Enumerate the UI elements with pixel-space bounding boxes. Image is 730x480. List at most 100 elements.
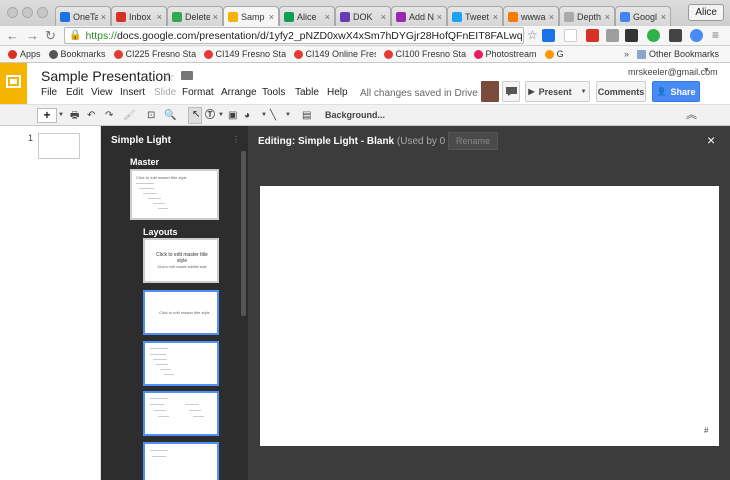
bookmark-item[interactable]: CI149 Fresno State <box>203 49 286 59</box>
menu-table[interactable]: Table <box>295 87 319 98</box>
back-arrow-icon[interactable]: ← <box>6 27 19 44</box>
tab-close-icon[interactable]: × <box>213 12 218 22</box>
window-close-button[interactable] <box>7 7 18 18</box>
collapse-toolbar-icon[interactable]: ︽ <box>686 108 697 123</box>
menu-format[interactable]: Format <box>182 87 214 98</box>
tab-close-icon[interactable]: × <box>269 12 274 22</box>
forward-arrow-icon[interactable]: → <box>26 27 39 44</box>
redo-icon[interactable]: ↷ <box>105 108 113 123</box>
tab-close-icon[interactable]: × <box>493 12 498 22</box>
text-box-icon[interactable]: Ⓣ <box>205 108 215 123</box>
extension-chart-icon[interactable] <box>606 29 619 42</box>
print-icon[interactable]: 🖶 <box>70 108 79 123</box>
extension-blue-icon[interactable] <box>690 29 703 42</box>
panel-resize-icon[interactable]: ⋮ <box>232 135 240 144</box>
account-dropdown-icon[interactable]: ▼ <box>703 67 710 74</box>
shape-dropdown-icon[interactable]: ▼ <box>261 108 267 123</box>
slides-logo-icon[interactable] <box>0 63 27 104</box>
tab-close-icon[interactable]: × <box>157 12 162 22</box>
star-icon[interactable]: ☆ <box>163 69 175 85</box>
background-button[interactable]: Background... <box>325 108 385 123</box>
bookmark-item[interactable]: CI225 Fresno State <box>113 49 196 59</box>
tab-close-icon[interactable]: × <box>325 12 330 22</box>
menu-help[interactable]: Help <box>327 87 348 98</box>
tab-close-icon[interactable]: × <box>549 12 554 22</box>
new-slide-dropdown-icon[interactable]: ▼ <box>58 108 64 123</box>
extension-arrow-icon[interactable] <box>625 29 638 42</box>
shape-icon[interactable]: ◕ <box>244 108 250 123</box>
undo-icon[interactable]: ↶ <box>87 108 95 123</box>
browser-tab[interactable]: Delete × <box>167 6 223 26</box>
line-dropdown-icon[interactable]: ▼ <box>285 108 291 123</box>
present-dropdown-icon[interactable]: ▼ <box>581 89 587 95</box>
bookmark-item[interactable]: Apps <box>8 49 41 59</box>
menu-tools[interactable]: Tools <box>262 87 285 98</box>
extension-grammarly-icon[interactable] <box>647 29 660 42</box>
bookmark-item[interactable]: G <box>544 49 564 59</box>
line-icon[interactable]: ╲ <box>270 108 276 123</box>
comment-history-icon[interactable] <box>502 81 520 102</box>
menu-view[interactable]: View <box>91 87 113 98</box>
browser-tab[interactable]: wwwa × <box>503 6 559 26</box>
browser-tab[interactable]: Googl × <box>615 6 671 26</box>
bookmark-star-icon[interactable]: ☆ <box>527 27 538 44</box>
window-minimize-button[interactable] <box>22 7 33 18</box>
bookmark-item[interactable]: Bookmarks <box>48 49 106 59</box>
extension-calendar-icon[interactable] <box>586 29 599 42</box>
browser-tab[interactable]: OneTa × <box>55 6 111 26</box>
browser-tab[interactable]: Samp × <box>223 6 279 26</box>
avatar[interactable] <box>481 81 499 102</box>
theme-name[interactable]: Simple Light <box>111 135 171 146</box>
extension-dark-icon[interactable] <box>669 29 682 42</box>
menu-insert[interactable]: Insert <box>120 87 145 98</box>
share-button[interactable]: 👤 Share <box>652 81 700 102</box>
address-bar[interactable]: 🔒 https://docs.google.com/presentation/d… <box>64 27 524 44</box>
slide-canvas[interactable]: # <box>260 186 719 446</box>
browser-tab[interactable]: Tweet × <box>447 6 503 26</box>
new-slide-button[interactable]: + <box>37 108 57 123</box>
menu-arrange[interactable]: Arrange <box>221 87 257 98</box>
browser-tab[interactable]: Alice × <box>279 6 335 26</box>
profile-button[interactable]: Alice <box>688 4 724 21</box>
extension-s-icon[interactable] <box>542 29 555 42</box>
other-bookmarks[interactable]: Other Bookmarks <box>637 49 719 59</box>
zoom-fit-icon[interactable]: ⊡ <box>147 108 155 123</box>
reload-icon[interactable]: ↻ <box>45 27 56 44</box>
panel-scrollbar[interactable] <box>241 151 246 316</box>
bookmark-item[interactable]: CI100 Fresno State <box>383 49 466 59</box>
close-icon[interactable]: × <box>707 132 715 148</box>
layout-thumbnail-section[interactable] <box>143 442 219 480</box>
document-title[interactable]: Sample Presentation <box>41 68 171 84</box>
browser-tab[interactable]: Add N × <box>391 6 447 26</box>
browser-tab[interactable]: Inbox × <box>111 6 167 26</box>
folder-icon[interactable] <box>181 71 193 80</box>
text-dropdown-icon[interactable]: ▼ <box>218 108 224 123</box>
layout-thumbnail-title[interactable]: Click to edit master title style Click t… <box>143 238 219 283</box>
bookmark-item[interactable]: Photostream <box>473 49 537 59</box>
tab-close-icon[interactable]: × <box>661 12 666 22</box>
layout-thumbnail-title-body[interactable] <box>143 341 219 386</box>
chrome-menu-icon[interactable]: ≡ <box>712 27 719 44</box>
tab-close-icon[interactable]: × <box>101 12 106 22</box>
comment-icon[interactable]: ▤ <box>302 108 311 123</box>
paint-format-icon[interactable]: 🖌 <box>123 108 136 123</box>
window-zoom-button[interactable] <box>37 7 48 18</box>
browser-tab[interactable]: Depth × <box>559 6 615 26</box>
tab-close-icon[interactable]: × <box>437 12 442 22</box>
browser-tab[interactable]: DOK × <box>335 6 391 26</box>
menu-edit[interactable]: Edit <box>66 87 83 98</box>
image-icon[interactable]: ▣ <box>228 108 237 123</box>
present-button[interactable]: ▶ Present ▼ <box>525 81 590 102</box>
slide-thumbnail[interactable] <box>38 133 80 159</box>
extension-v-icon[interactable] <box>564 29 577 42</box>
layout-thumbnail-title-only[interactable]: Click to edit master title style <box>143 290 219 335</box>
tab-close-icon[interactable]: × <box>381 12 386 22</box>
zoom-icon[interactable]: 🔍 <box>164 108 176 123</box>
layout-thumbnail-two-columns[interactable] <box>143 391 219 436</box>
master-thumbnail[interactable]: Click to edit master title style <box>130 169 219 220</box>
menu-file[interactable]: File <box>41 87 57 98</box>
more-bookmarks-chevron[interactable]: » <box>624 49 629 59</box>
select-tool-button[interactable]: ↖ <box>188 107 202 124</box>
slide-number-placeholder[interactable]: # <box>704 426 708 435</box>
tab-close-icon[interactable]: × <box>605 12 610 22</box>
